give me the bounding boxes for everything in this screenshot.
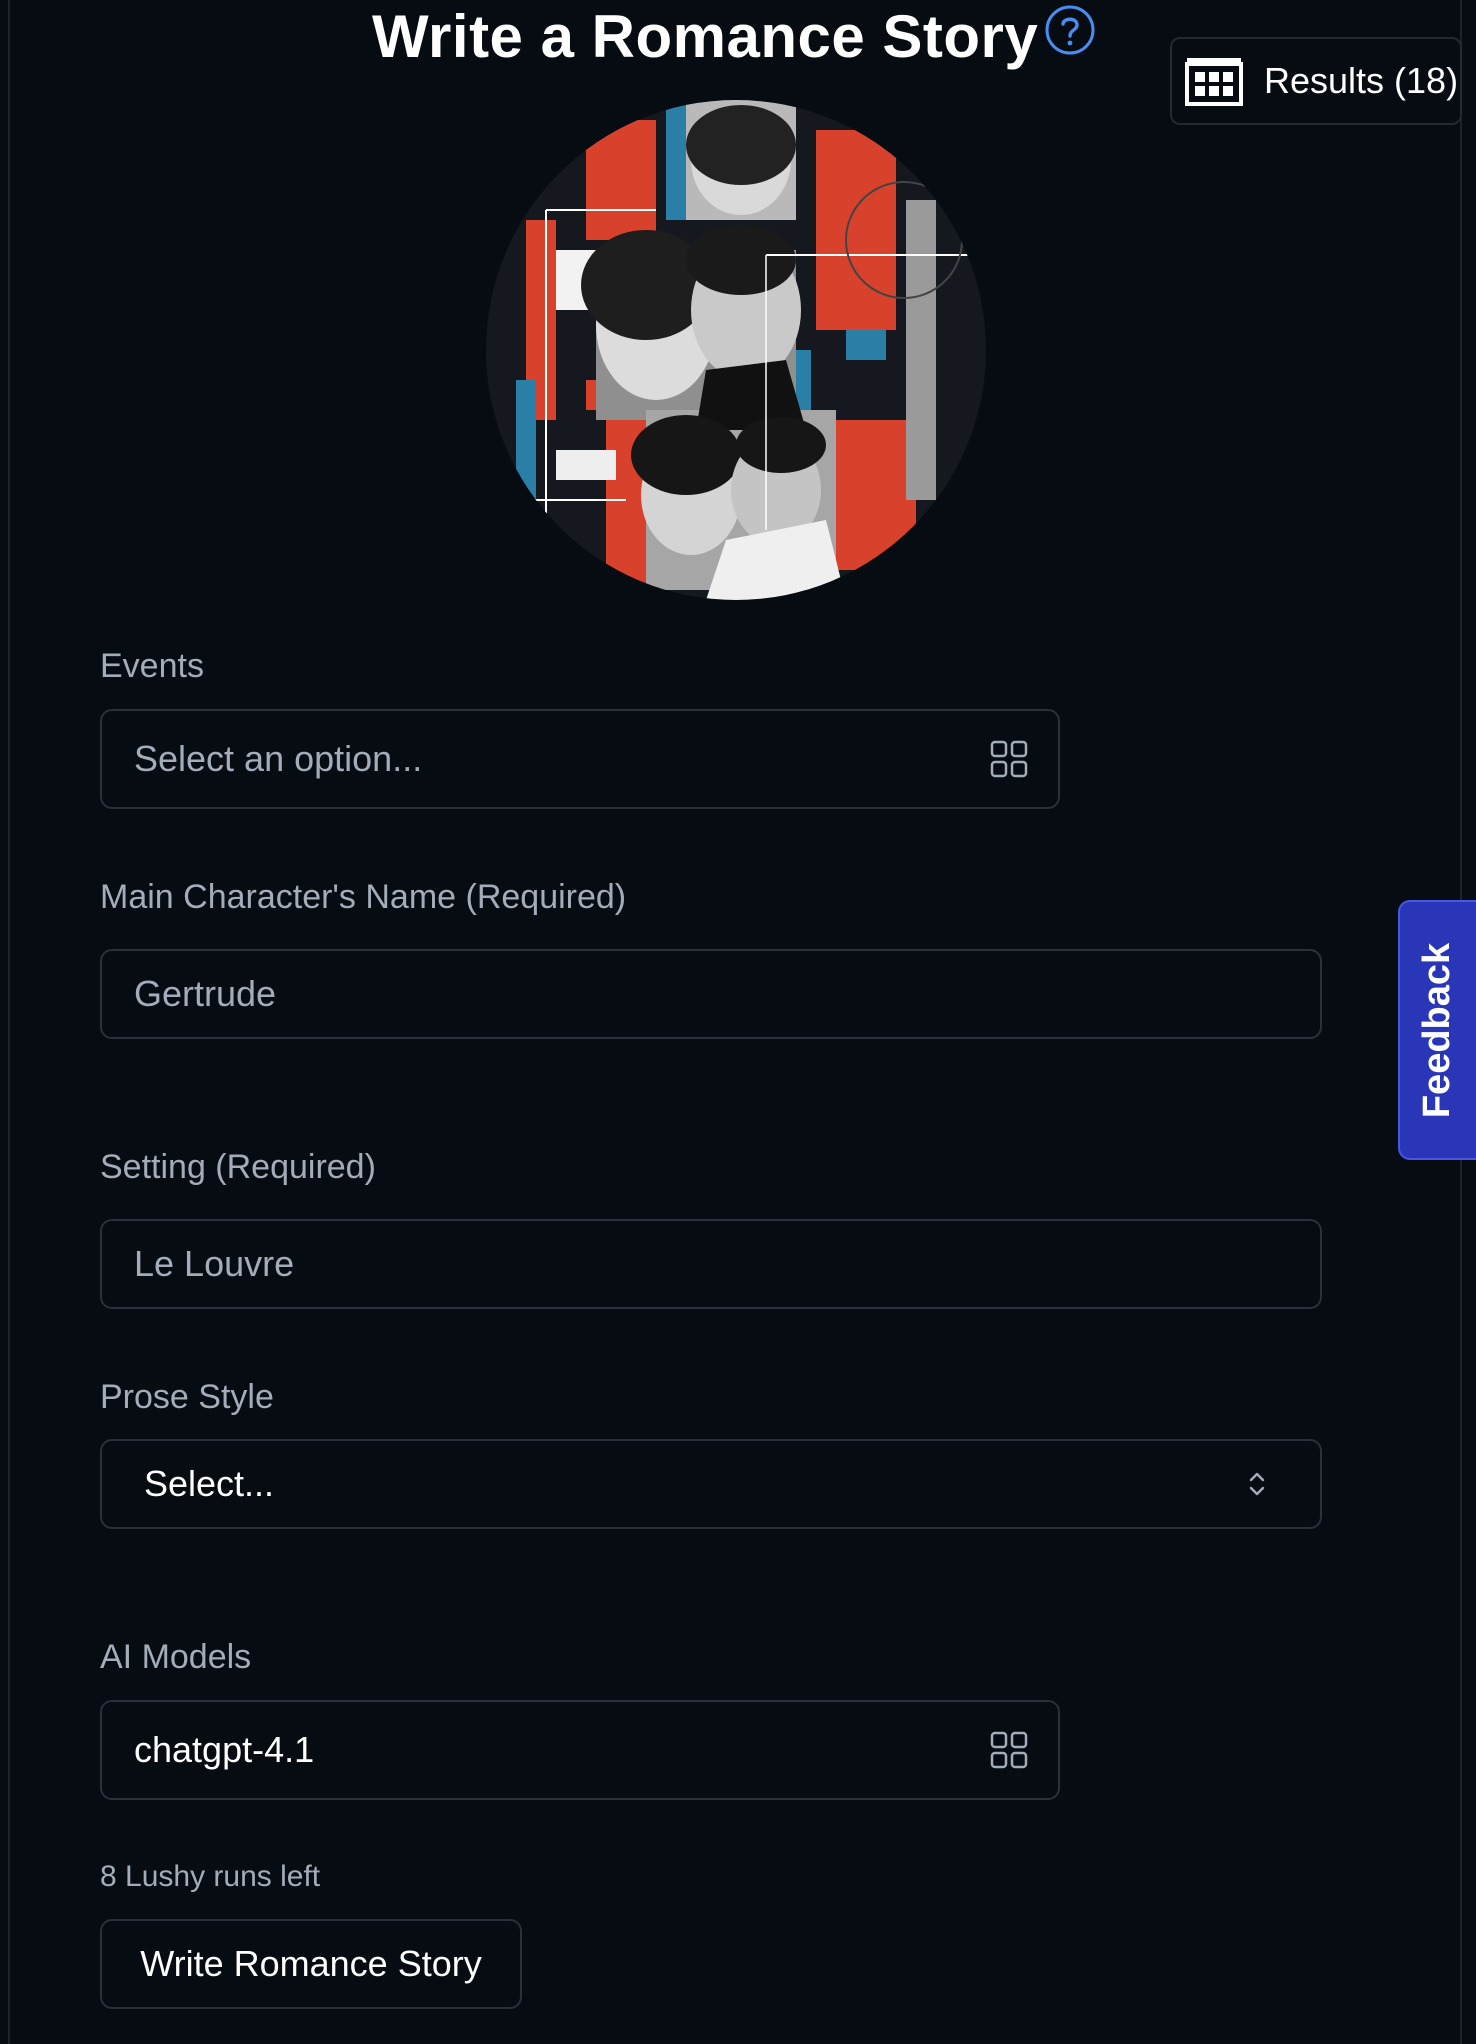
ai-models-label: AI Models (100, 1638, 252, 1676)
prose-style-select[interactable]: Select... (100, 1439, 1322, 1529)
feedback-tab[interactable]: Feedback (1398, 900, 1476, 1160)
events-select[interactable]: Select an option... (100, 709, 1060, 809)
main-character-label: Main Character's Name (Required) (100, 878, 627, 916)
setting-input[interactable]: Le Louvre (100, 1219, 1322, 1309)
main-character-placeholder: Gertrude (134, 973, 277, 1014)
chevron-up-down-icon (1249, 1472, 1265, 1496)
ai-models-select[interactable]: chatgpt-4.1 (100, 1700, 1060, 1800)
events-label: Events (100, 647, 204, 685)
prose-style-value: Select... (144, 1463, 275, 1504)
question-circle-icon[interactable] (1044, 4, 1096, 56)
feedback-label: Feedback (1416, 942, 1459, 1118)
events-placeholder: Select an option... (134, 738, 423, 779)
results-button-label: Results (18) (1264, 60, 1459, 101)
page-title: Write a Romance Story (372, 3, 1039, 70)
ai-models-value: chatgpt-4.1 (134, 1729, 315, 1770)
setting-placeholder: Le Louvre (134, 1243, 295, 1284)
page: Write a Romance Story Results (18) Event… (0, 0, 1476, 2044)
setting-label: Setting (Required) (100, 1148, 376, 1186)
grid-table-icon (1185, 58, 1243, 106)
runs-left-text: 8 Lushy runs left (100, 1860, 321, 1893)
romance-collage-image (486, 100, 986, 600)
main-character-input[interactable]: Gertrude (100, 949, 1322, 1039)
tiles-icon (990, 740, 1028, 778)
prose-style-label: Prose Style (100, 1378, 274, 1416)
results-button[interactable]: Results (18) (1170, 37, 1462, 125)
tiles-icon (990, 1731, 1028, 1769)
write-romance-story-button[interactable]: Write Romance Story (100, 1919, 522, 2009)
